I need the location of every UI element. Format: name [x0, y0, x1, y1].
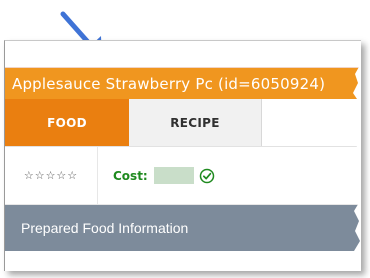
section-header[interactable]: Prepared Food Information — [5, 205, 361, 251]
star-rating[interactable]: ☆☆☆☆☆ — [5, 147, 98, 204]
page-title: Applesauce Strawberry Pc (id=6050924) — [12, 74, 326, 93]
cost-section: Cost: — [98, 147, 215, 204]
rating-cost-row: ☆☆☆☆☆ Cost: — [5, 147, 361, 205]
tab-spacer — [262, 99, 361, 146]
tab-recipe[interactable]: RECIPE — [129, 99, 262, 146]
screenshot-stage: Applesauce Strawberry Pc (id=6050924) FO… — [0, 0, 370, 278]
tab-food[interactable]: FOOD — [5, 99, 129, 146]
tab-bar: FOOD RECIPE — [5, 99, 361, 147]
cost-value-field — [153, 167, 194, 184]
food-title-bar: Applesauce Strawberry Pc (id=6050924) — [5, 68, 361, 99]
cost-label: Cost: — [113, 168, 148, 183]
section-title: Prepared Food Information — [21, 220, 189, 236]
top-strip — [5, 41, 361, 68]
app-window: Applesauce Strawberry Pc (id=6050924) FO… — [4, 40, 361, 271]
check-circle-icon — [199, 168, 214, 183]
